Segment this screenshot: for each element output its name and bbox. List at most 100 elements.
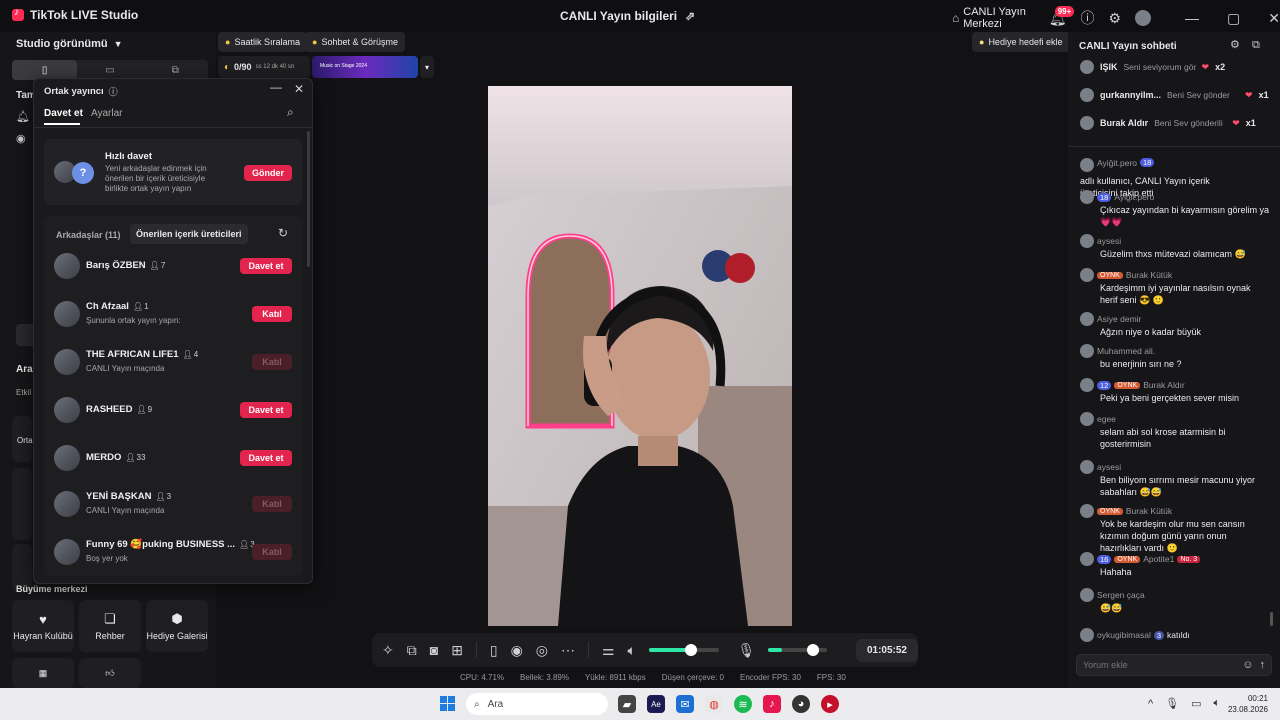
studio-view-dropdown[interactable]: Studio görünümü ▼: [16, 38, 123, 50]
multi-layout-button[interactable]: ⧉: [143, 60, 208, 80]
chat-meta: Muhammed ali.: [1080, 344, 1270, 358]
join-button[interactable]: Katıl: [252, 306, 292, 322]
windows-start-icon[interactable]: [440, 696, 455, 711]
landscape-layout-button[interactable]: ▭: [77, 60, 142, 80]
chat-username: Muhammed ali.: [1097, 346, 1156, 356]
chat-username: Asiye demir: [1097, 314, 1142, 324]
comment-input[interactable]: [1083, 660, 1243, 670]
invite-button[interactable]: Davet et: [240, 258, 292, 274]
tab-suggested-creators[interactable]: Önerilen içerik üreticileri: [130, 224, 248, 244]
mic-knob[interactable]: [807, 644, 820, 656]
mic-slider[interactable]: [768, 644, 827, 656]
speaker-icon[interactable]: 🔈︎: [1214, 697, 1221, 710]
send-button[interactable]: Gönder: [244, 165, 292, 181]
tab-invite[interactable]: Davet et: [44, 108, 83, 119]
chat-meeting-button[interactable]: ● Sohbet & Görüşme: [305, 32, 405, 52]
help-icon[interactable]: ⓘ: [109, 85, 118, 98]
live-center-button[interactable]: ⌂ CANLI Yayın Merkezi: [952, 6, 1027, 30]
tool-tile[interactable]: [12, 468, 32, 540]
portrait-layout-button[interactable]: ▯: [12, 60, 78, 80]
like-tile[interactable]: 👍︎: [79, 658, 141, 688]
gift-goal-button[interactable]: ● Hediye hedefi ekle: [972, 32, 1070, 52]
calendar-tile[interactable]: ▦: [12, 658, 74, 688]
add-source-icon[interactable]: ⊞: [451, 643, 463, 657]
magic-wand-icon[interactable]: ✧: [382, 643, 394, 657]
fan-club-tile[interactable]: ♥ Hayran Kulübü: [12, 600, 74, 652]
help-icon[interactable]: ⓘ: [1080, 11, 1094, 25]
chat-text: Peki ya beni gerçekten sever misin: [1100, 393, 1240, 403]
maximize-icon[interactable]: ▢: [1227, 11, 1240, 25]
outlook-icon[interactable]: ✉: [676, 695, 694, 713]
notification-button[interactable]: 🔔︎ 99+: [1049, 5, 1075, 26]
banner-expand-button[interactable]: ▾: [420, 56, 434, 78]
gift-gallery-tile[interactable]: ⬢ Hediye Galerisi: [146, 600, 208, 652]
camera-icon[interactable]: ◉: [16, 134, 26, 145]
chat-scrollbar[interactable]: [1270, 612, 1273, 626]
chat-username: Burak Kütük: [1125, 506, 1173, 516]
more-icon[interactable]: ⋯: [561, 643, 575, 657]
minimize-icon[interactable]: —: [270, 81, 282, 93]
notification-badge: 99+: [1054, 5, 1075, 17]
file-explorer-icon[interactable]: ▰: [618, 695, 636, 713]
guide-tile[interactable]: ❏ Rehber: [79, 600, 141, 652]
chat-text: Hahaha: [1100, 567, 1132, 577]
creator-follower-count: 3: [166, 492, 172, 501]
microphone-icon[interactable]: 🎙︎: [1165, 697, 1179, 710]
obs-icon[interactable]: ◕: [792, 695, 810, 713]
emoji-icon[interactable]: ☺: [1242, 659, 1253, 671]
clock[interactable]: 00:21 23.08.2026: [1226, 693, 1268, 715]
camera-switch-icon[interactable]: ◙: [430, 643, 438, 657]
chat-text: 😅😅: [1100, 603, 1123, 613]
after-effects-icon[interactable]: Ae: [647, 695, 665, 713]
close-icon[interactable]: ✕: [294, 83, 304, 95]
co-host-tile[interactable]: Orta: [12, 416, 33, 462]
chat-username: Sergen çaça: [1097, 590, 1145, 600]
spotify-icon[interactable]: ≋: [734, 695, 752, 713]
chrome-icon[interactable]: ◍: [705, 695, 723, 713]
avatar[interactable]: [1135, 10, 1152, 26]
join-button[interactable]: Katıl: [252, 544, 292, 560]
chevron-up-icon[interactable]: ^: [1148, 698, 1153, 710]
microphone-icon[interactable]: 🎙︎: [738, 643, 756, 657]
phone-icon[interactable]: ▯: [490, 643, 498, 657]
volume-slider[interactable]: [648, 644, 719, 656]
volume-knob[interactable]: [685, 644, 698, 656]
event-banner[interactable]: Music on Stage 2024: [312, 56, 418, 78]
invite-button[interactable]: Davet et: [240, 450, 292, 466]
bell-icon[interactable]: 🔔︎: [16, 112, 30, 123]
capture-icon[interactable]: ◎: [536, 643, 548, 657]
goal-widget[interactable]: ◐ 0/90 ss 12 dk 40 sn: [218, 56, 310, 78]
close-icon[interactable]: ✕: [1268, 11, 1280, 25]
level-badge: 12: [1097, 380, 1112, 390]
taskbar-search[interactable]: ⌕ Ara: [466, 693, 608, 715]
screen-share-icon[interactable]: ⧉: [407, 643, 417, 657]
send-icon[interactable]: ↑: [1260, 659, 1266, 671]
gear-icon[interactable]: ⚙: [1230, 40, 1240, 51]
gift-goal-label: Hediye hedefi ekle: [988, 37, 1063, 47]
live-video-preview: [488, 86, 792, 626]
divider: [475, 642, 477, 658]
monitor-icon[interactable]: ▭: [1191, 697, 1201, 710]
effects-label: Etkil: [16, 388, 32, 397]
join-button[interactable]: Katıl: [252, 496, 292, 512]
live-info-button[interactable]: CANLI Yayın bilgileri ⇗: [560, 9, 695, 23]
settings-sliders-icon[interactable]: ⚌: [602, 643, 615, 657]
search-icon[interactable]: ⌕: [287, 106, 294, 118]
popout-icon[interactable]: ⧉: [1252, 40, 1260, 51]
gear-icon[interactable]: ⚙: [1108, 11, 1121, 25]
scrollbar[interactable]: [307, 131, 310, 267]
minimize-icon[interactable]: —: [1185, 11, 1199, 25]
hourly-ranking-button[interactable]: ● Saatlik Sıralama: [218, 32, 307, 52]
creator-name-line: RASHEED 👤︎ 9: [86, 404, 152, 415]
invite-button[interactable]: Davet et: [240, 402, 292, 418]
recorder-icon[interactable]: ▸: [821, 695, 839, 713]
refresh-icon[interactable]: ↻: [278, 227, 288, 239]
tiktok-icon[interactable]: ♪: [763, 695, 781, 713]
fan-badge: OYNK: [1097, 271, 1123, 279]
record-icon[interactable]: ◉: [511, 643, 523, 657]
join-button[interactable]: Katıl: [252, 354, 292, 370]
creator-follower-count: 33: [136, 453, 146, 462]
speaker-icon[interactable]: 🔈︎: [628, 643, 636, 657]
tab-settings[interactable]: Ayarlar: [91, 108, 123, 119]
tab-friends[interactable]: Arkadaşlar (11): [56, 230, 121, 240]
